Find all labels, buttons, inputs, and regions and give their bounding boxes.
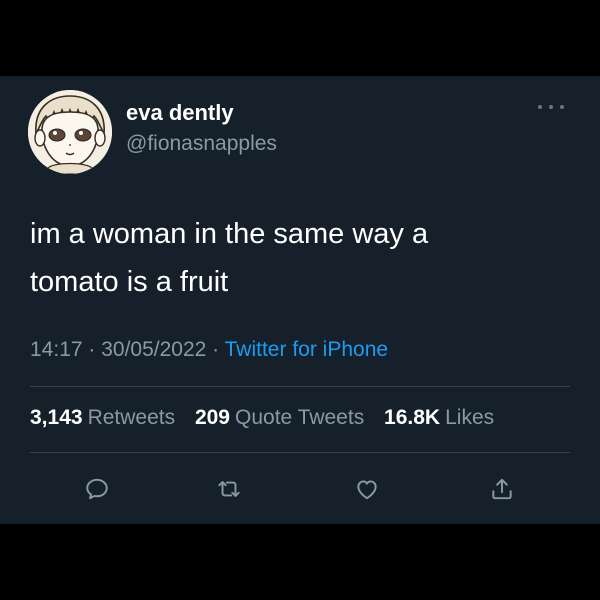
- tweet-text-line: tomato is a fruit: [30, 266, 229, 298]
- tweet-stats: 3,143 Retweets 209 Quote Tweets 16.8K Likes: [30, 406, 508, 430]
- meta-separator: ·: [206, 338, 225, 361]
- quote-tweets-label: Quote Tweets: [235, 406, 365, 429]
- meta-separator: ·: [82, 338, 102, 361]
- retweet-icon: [218, 481, 240, 497]
- share-icon: [492, 478, 512, 500]
- tweet-actions: [0, 472, 600, 506]
- more-options-button[interactable]: [538, 100, 564, 114]
- divider: [30, 452, 570, 453]
- quote-tweets-count: 209: [194, 406, 230, 429]
- reply-button[interactable]: [80, 472, 114, 506]
- avatar-drawing-icon: [28, 90, 112, 174]
- author-display-name[interactable]: eva dently: [126, 100, 234, 126]
- like-icon: [357, 480, 377, 500]
- retweet-button[interactable]: [212, 472, 246, 506]
- divider: [30, 386, 570, 387]
- retweets-label: Retweets: [87, 406, 176, 429]
- avatar[interactable]: [28, 90, 112, 174]
- author-handle[interactable]: @fionasnapples: [126, 132, 277, 156]
- tweet-date[interactable]: 30/05/2022: [101, 338, 206, 361]
- retweets-count: 3,143: [30, 406, 83, 429]
- tweet-source-link[interactable]: Twitter for iPhone: [225, 338, 388, 361]
- share-button[interactable]: [485, 472, 519, 506]
- tweet-text: im a woman in the same way a tomato is a…: [30, 210, 570, 306]
- reply-icon: [86, 478, 108, 500]
- tweet-text-line: im a woman in the same way a: [30, 218, 429, 250]
- likes-label: Likes: [445, 406, 495, 429]
- quote-tweets-stat[interactable]: 209 Quote Tweets: [195, 406, 364, 430]
- likes-count: 16.8K: [384, 406, 441, 429]
- tweet-meta: 14:17 · 30/05/2022 · Twitter for iPhone: [30, 338, 388, 362]
- tweet-card: eva dently @fionasnapples im a woman in …: [0, 76, 600, 524]
- likes-stat[interactable]: 16.8K Likes: [384, 406, 494, 430]
- more-dot-icon: [560, 105, 564, 109]
- retweets-stat[interactable]: 3,143 Retweets: [30, 406, 175, 430]
- like-button[interactable]: [350, 472, 384, 506]
- more-dot-icon: [549, 105, 553, 109]
- tweet-time[interactable]: 14:17: [30, 338, 83, 361]
- more-dot-icon: [538, 105, 542, 109]
